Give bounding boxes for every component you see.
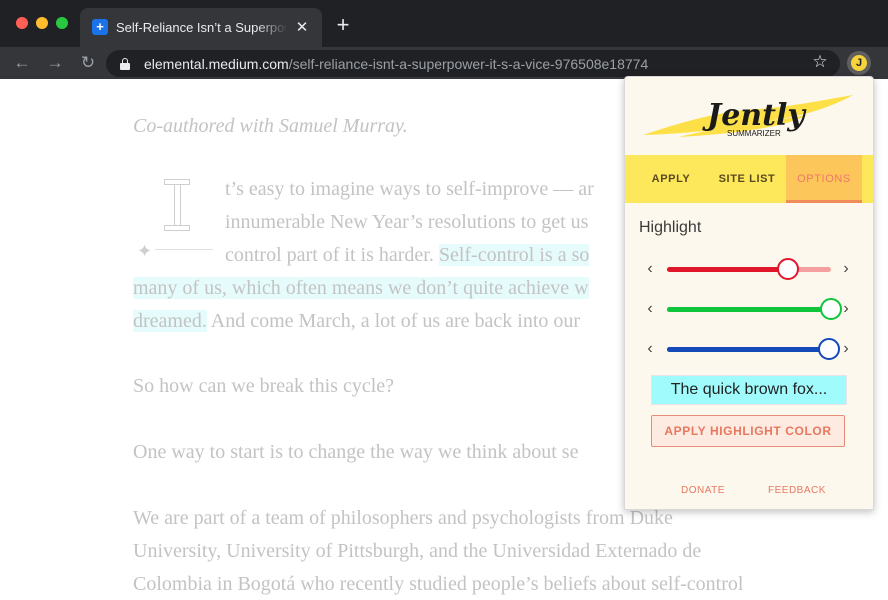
close-window-button[interactable] — [16, 17, 28, 29]
paragraph-line: We are part of a team of philosophers an… — [133, 507, 673, 529]
url-path: /self-reliance-isnt-a-superpower-it-s-a-… — [288, 56, 649, 72]
blue-increase-chevron-icon[interactable]: › — [839, 338, 853, 360]
blue-slider-track[interactable] — [667, 338, 841, 360]
paragraph-line: University, University of Pittsburgh, an… — [133, 540, 702, 562]
apply-highlight-color-button[interactable]: APPLY HIGHLIGHT COLOR — [651, 415, 845, 447]
highlighted-text: many of us, which often means we don’t q… — [133, 277, 589, 299]
paragraph-line: One way to start is to change the way we… — [133, 441, 579, 463]
red-slider-thumb[interactable] — [777, 258, 800, 280]
tab-close-icon[interactable]: ✕ — [292, 18, 312, 38]
highlight-preview: The quick brown fox... — [651, 375, 847, 405]
new-tab-button[interactable]: + — [332, 14, 354, 36]
reload-button[interactable]: ↻ — [76, 51, 100, 75]
extension-button[interactable]: J — [847, 51, 871, 75]
green-decrease-chevron-icon[interactable]: ‹ — [643, 298, 657, 320]
highlighted-text: dreamed. — [133, 310, 207, 332]
tab-title-fade — [256, 16, 288, 38]
sparkle-icon: ✦ — [137, 241, 153, 261]
coauthor-line: Co-authored with Samuel Murray. — [133, 115, 408, 137]
forward-button[interactable]: → — [43, 51, 67, 75]
maximize-window-button[interactable] — [56, 17, 68, 29]
green-slider-row: ‹ › — [643, 298, 859, 320]
jently-extension-icon: J — [851, 55, 867, 71]
paragraph-line: innumerable New Year’s resolutions to ge… — [225, 211, 589, 233]
red-slider-track[interactable] — [667, 258, 831, 280]
donate-link[interactable]: DONATE — [681, 485, 725, 496]
window-titlebar: + Self-Reliance Isn’t a Superpower ✕ + — [0, 0, 888, 47]
browser-toolbar: ← → ↻ elemental.medium.com/self-reliance… — [0, 47, 888, 79]
address-bar[interactable]: elemental.medium.com/self-reliance-isnt-… — [106, 50, 840, 77]
highlight-section-title: Highlight — [639, 219, 702, 236]
paragraph-line: dreamed. And come March, a lot of us are… — [133, 309, 580, 333]
lock-icon — [120, 58, 130, 70]
logo-subtitle: SUMMARIZER — [727, 129, 781, 138]
browser-tab[interactable]: + Self-Reliance Isn’t a Superpower ✕ — [80, 8, 322, 47]
highlighted-text: Self-control is a so — [438, 244, 590, 266]
minimize-window-button[interactable] — [36, 17, 48, 29]
paragraph-line: control part of it is harder. Self-contr… — [225, 243, 590, 267]
red-slider-row: ‹ › — [643, 258, 859, 280]
decorative-divider — [155, 249, 213, 250]
green-slider-track[interactable] — [667, 298, 842, 320]
logo-wordmark: Jently — [702, 98, 807, 133]
red-decrease-chevron-icon[interactable]: ‹ — [643, 258, 657, 280]
paragraph-line: t’s easy to imagine ways to self-improve… — [225, 178, 594, 200]
green-slider-fill — [667, 307, 831, 312]
green-increase-chevron-icon[interactable]: › — [839, 298, 853, 320]
medium-favicon-icon: + — [92, 19, 108, 35]
feedback-link[interactable]: FEEDBACK — [768, 485, 826, 496]
bookmark-star-icon[interactable]: ☆ — [810, 50, 830, 74]
blue-decrease-chevron-icon[interactable]: ‹ — [643, 338, 657, 360]
tab-options[interactable]: OPTIONS — [786, 155, 862, 203]
jently-popup: Jently SUMMARIZER APPLY SITE LIST OPTION… — [624, 76, 874, 510]
paragraph-line: Colombia in Bogotá who recently studied … — [133, 573, 744, 595]
popup-tab-bar: APPLY SITE LIST OPTIONS — [625, 155, 873, 203]
blue-slider-row: ‹ › — [643, 338, 859, 360]
tab-site-list[interactable]: SITE LIST — [711, 155, 783, 203]
paragraph-text: control part of it is harder. — [225, 244, 439, 266]
paragraph-line: many of us, which often means we don’t q… — [133, 276, 589, 300]
back-button[interactable]: ← — [10, 51, 34, 75]
drop-cap-letter-icon — [162, 179, 192, 233]
jently-logo: Jently SUMMARIZER — [643, 95, 853, 138]
url-text[interactable]: elemental.medium.com/self-reliance-isnt-… — [144, 55, 648, 73]
tab-bar-edge — [862, 155, 873, 203]
paragraph-text: And come March, a lot of us are back int… — [206, 310, 581, 332]
paragraph-line: So how can we break this cycle? — [133, 375, 395, 397]
blue-slider-thumb[interactable] — [818, 338, 841, 360]
red-slider-fill — [667, 267, 789, 272]
red-increase-chevron-icon[interactable]: › — [839, 258, 853, 280]
tab-apply[interactable]: APPLY — [637, 155, 705, 203]
url-host: elemental.medium.com — [144, 56, 289, 72]
blue-slider-fill — [667, 347, 830, 352]
